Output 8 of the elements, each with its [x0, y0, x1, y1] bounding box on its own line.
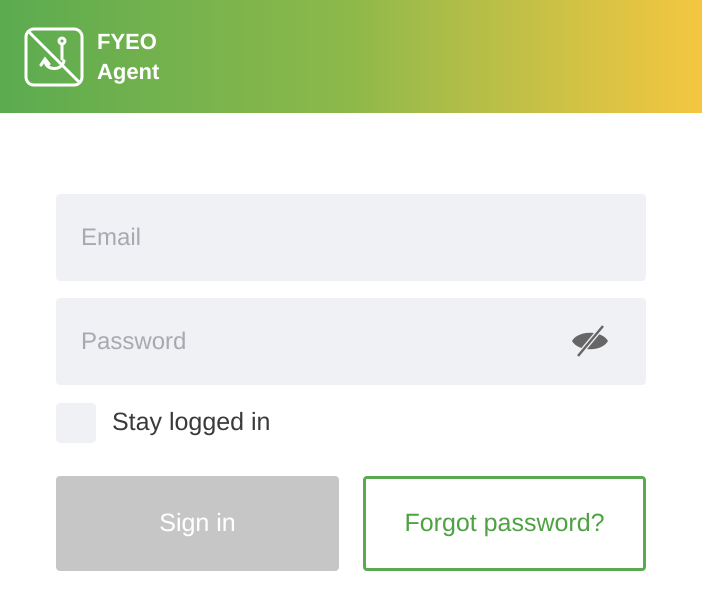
brand-name: FYEO — [97, 28, 158, 56]
forgot-password-button[interactable]: Forgot password? — [362, 476, 646, 571]
password-field[interactable]: Password — [56, 298, 646, 385]
brand-subtitle: Agent — [97, 58, 160, 86]
email-field[interactable]: Email — [56, 194, 646, 281]
hide-password-icon[interactable] — [570, 324, 610, 358]
logo-icon — [24, 26, 84, 86]
stay-logged-in-label: Stay logged in — [112, 407, 270, 438]
